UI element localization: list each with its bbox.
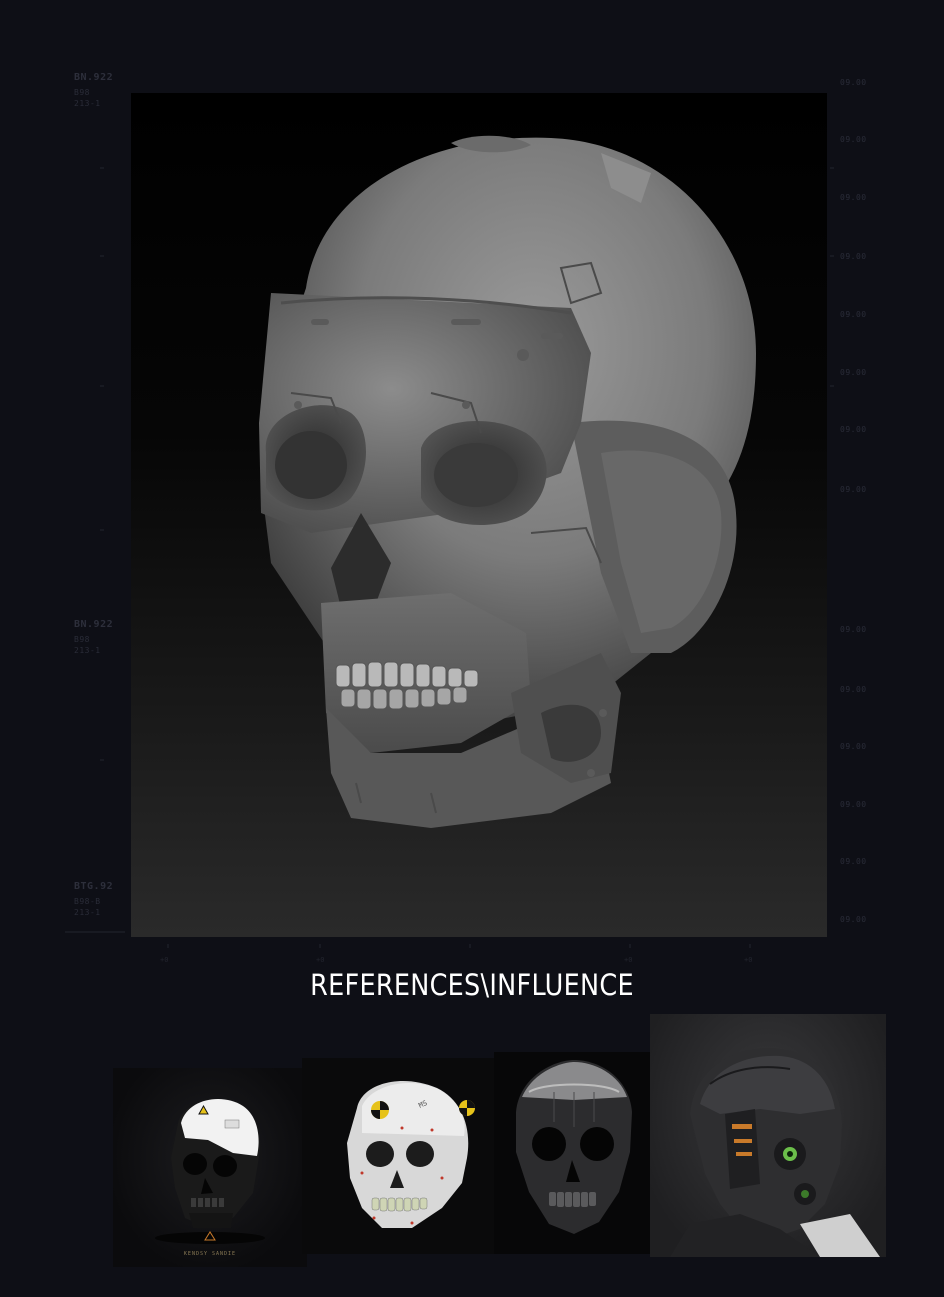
reference-image-4 [650,1014,886,1257]
svg-text:+0: +0 [744,956,752,964]
crash-test-skull-illustration: MS [347,1080,475,1228]
white-black-skull-illustration [155,1099,265,1244]
cyber-helmet-head-illustration [670,1048,880,1257]
reference-image-2: MS [302,1058,494,1254]
references-caption: REFERENCES\INFLUENCE [310,968,634,1002]
svg-text:+0: +0 [624,956,632,964]
cyber-skull-illustration [259,135,756,828]
reference-image-3 [494,1052,650,1254]
black-chrome-skull-illustration [516,1060,632,1234]
svg-text:+0: +0 [316,956,324,964]
main-skull-render [131,93,827,937]
svg-text:+0: +0 [160,956,168,964]
reference-image-1: KENDSY SANDIE [113,1068,307,1267]
reference-1-caption: KENDSY SANDIE [183,1251,237,1257]
